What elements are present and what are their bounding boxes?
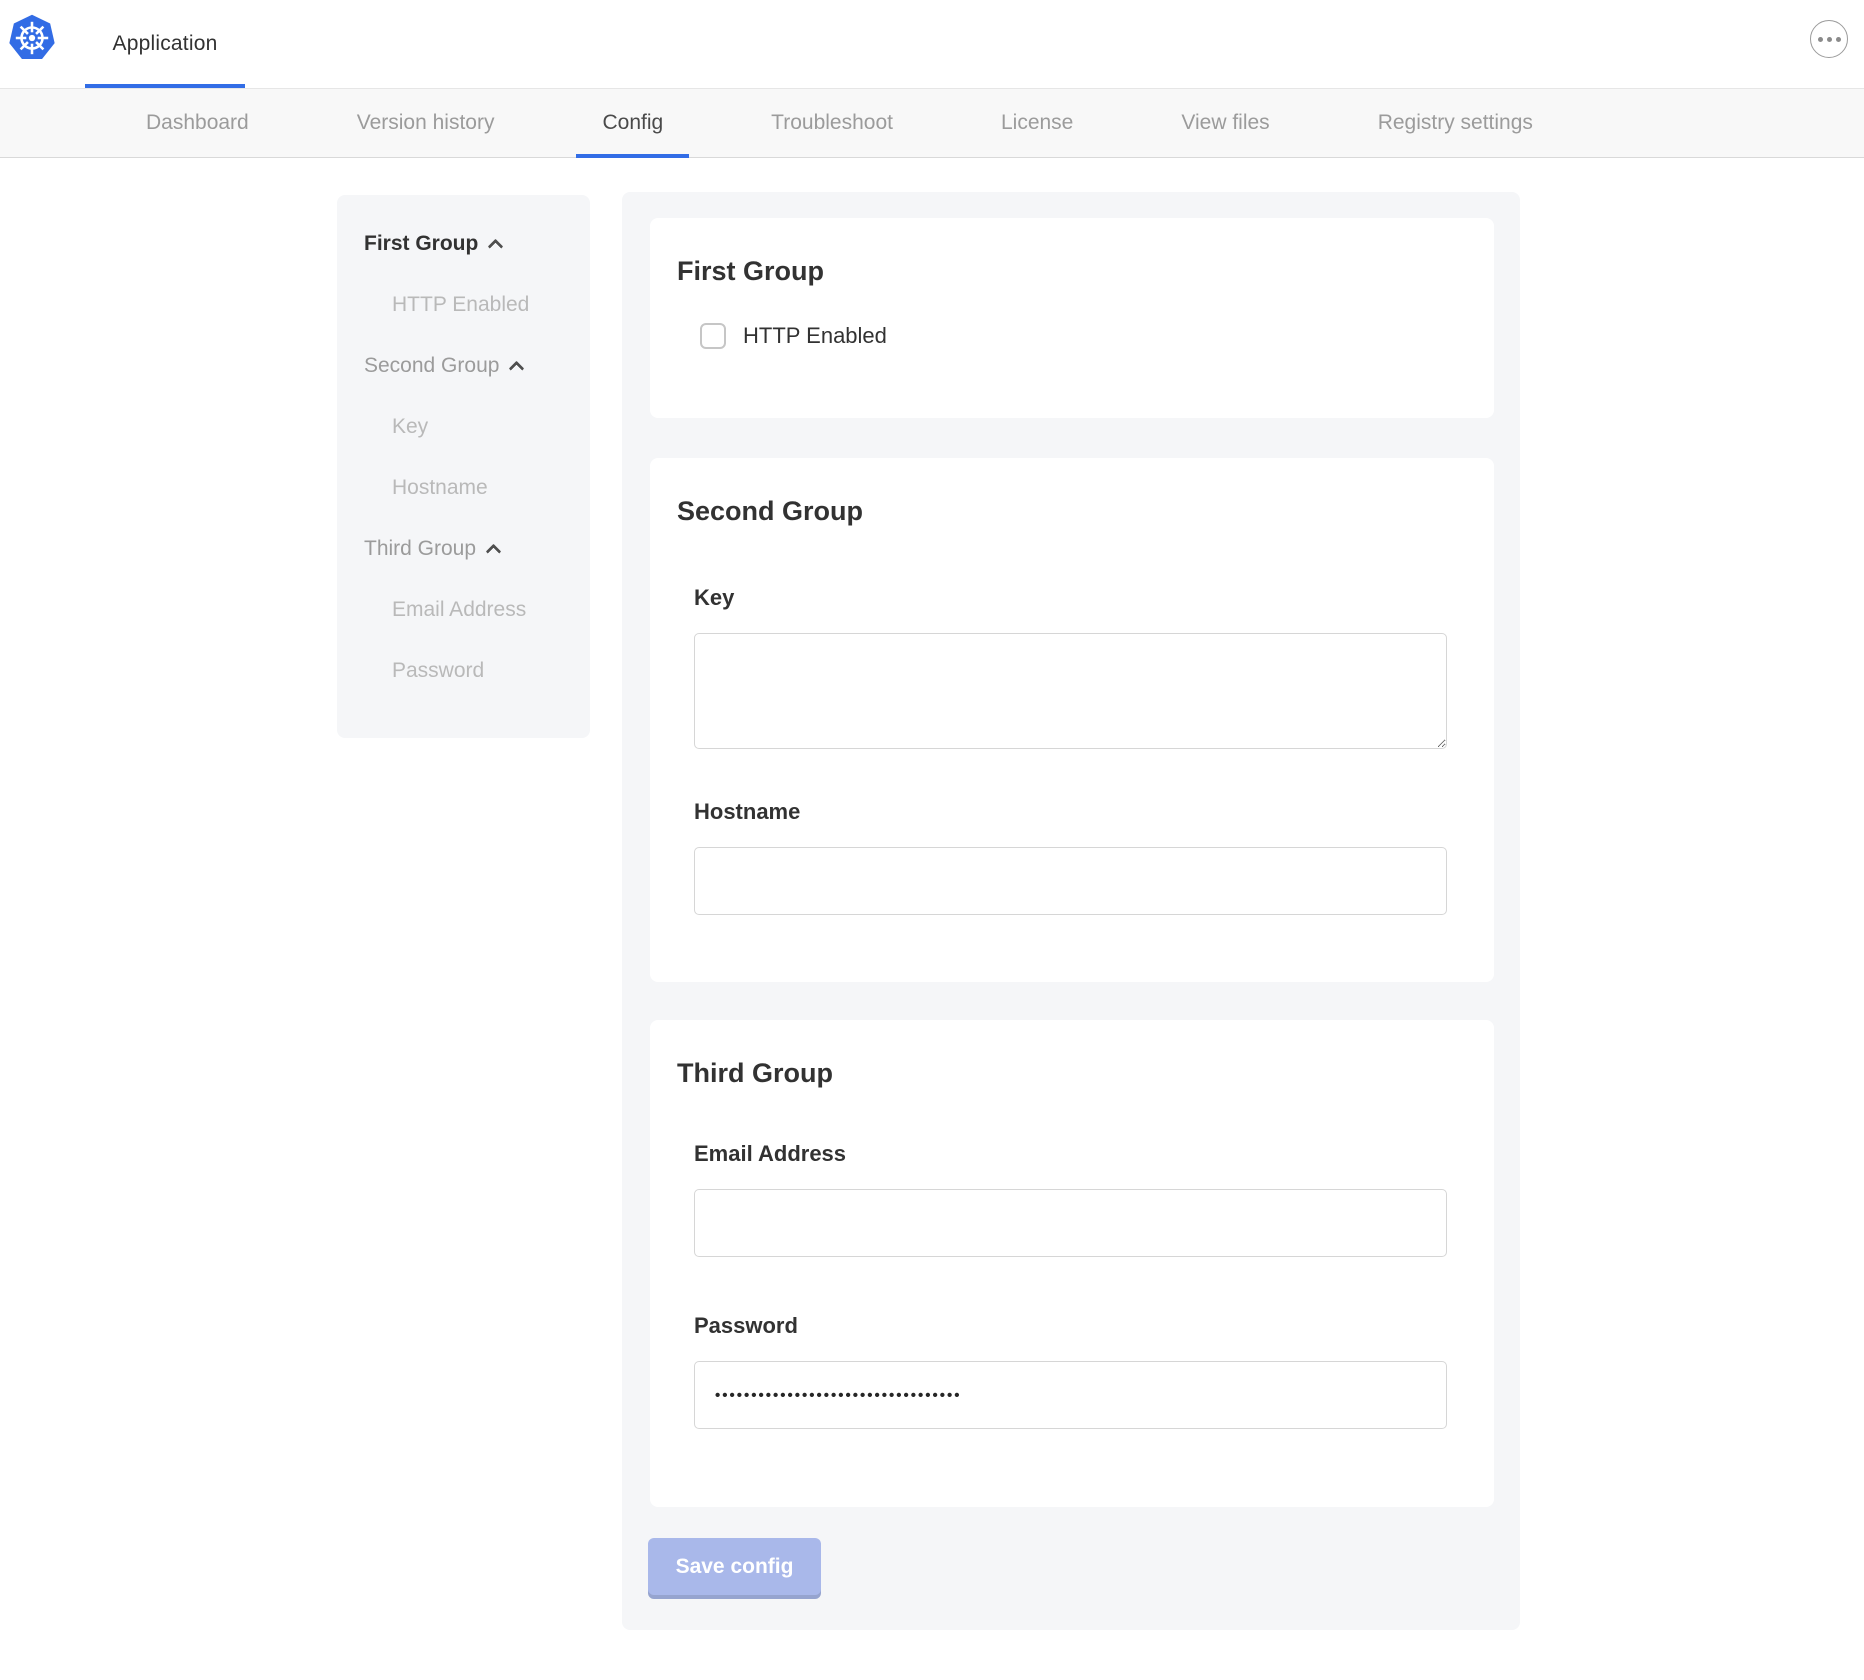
chevron-up-icon bbox=[509, 361, 525, 377]
chevron-up-icon bbox=[488, 239, 504, 255]
nav-tabbar: Dashboard Version history Config Trouble… bbox=[0, 88, 1864, 158]
chevron-up-icon bbox=[486, 544, 502, 560]
group-title: First Group bbox=[677, 218, 1494, 287]
hostname-label: Hostname bbox=[694, 799, 1494, 825]
ellipsis-menu-button[interactable] bbox=[1810, 20, 1848, 58]
save-config-button[interactable]: Save config bbox=[648, 1538, 821, 1595]
config-form-area: First Group HTTP Enabled Second Group Ke… bbox=[622, 192, 1520, 1630]
sidebar-item-password[interactable]: Password bbox=[337, 658, 590, 684]
group-title: Third Group bbox=[677, 1020, 1494, 1089]
config-sidebar: First Group HTTP Enabled Second Group Ke… bbox=[337, 195, 590, 738]
key-textarea[interactable] bbox=[694, 633, 1447, 749]
key-label: Key bbox=[694, 585, 1494, 611]
sidebar-item-hostname[interactable]: Hostname bbox=[337, 475, 590, 501]
app-title-tab[interactable]: Application bbox=[85, 0, 245, 88]
config-group-card-first: First Group HTTP Enabled bbox=[650, 218, 1494, 418]
app-header: Application bbox=[0, 0, 1864, 88]
sidebar-item-label: Key bbox=[392, 414, 428, 440]
sidebar-item-label: Hostname bbox=[392, 475, 488, 501]
kubernetes-logo-icon bbox=[8, 14, 56, 62]
config-page: Application Dashboard Version history Co… bbox=[0, 0, 1864, 1680]
ellipsis-icon bbox=[1818, 37, 1823, 42]
tab-registry-settings[interactable]: Registry settings bbox=[1352, 89, 1559, 157]
password-input[interactable] bbox=[694, 1361, 1447, 1429]
sidebar-item-key[interactable]: Key bbox=[337, 414, 590, 440]
sidebar-item-label: HTTP Enabled bbox=[392, 292, 529, 318]
tab-license[interactable]: License bbox=[975, 89, 1099, 157]
config-group-card-second: Second Group Key Hostname bbox=[650, 458, 1494, 982]
tab-version-history[interactable]: Version history bbox=[331, 89, 521, 157]
sidebar-item-email-address[interactable]: Email Address bbox=[337, 597, 590, 623]
email-address-input[interactable] bbox=[694, 1189, 1447, 1257]
sidebar-item-second-group[interactable]: Second Group bbox=[337, 353, 590, 379]
tab-view-files[interactable]: View files bbox=[1155, 89, 1295, 157]
sidebar-item-http-enabled[interactable]: HTTP Enabled bbox=[337, 292, 590, 318]
http-enabled-label[interactable]: HTTP Enabled bbox=[743, 323, 887, 349]
sidebar-item-label: Second Group bbox=[364, 353, 499, 379]
sidebar-item-first-group[interactable]: First Group bbox=[337, 231, 590, 257]
password-label: Password bbox=[694, 1313, 1494, 1339]
email-address-label: Email Address bbox=[694, 1141, 1494, 1167]
sidebar-item-label: Email Address bbox=[392, 597, 526, 623]
http-enabled-checkbox[interactable] bbox=[700, 323, 726, 349]
hostname-input[interactable] bbox=[694, 847, 1447, 915]
group-title: Second Group bbox=[677, 458, 1494, 527]
sidebar-item-third-group[interactable]: Third Group bbox=[337, 536, 590, 562]
tab-troubleshoot[interactable]: Troubleshoot bbox=[745, 89, 919, 157]
sidebar-item-label: First Group bbox=[364, 231, 478, 257]
sidebar-item-label: Password bbox=[392, 658, 484, 684]
tab-dashboard[interactable]: Dashboard bbox=[120, 89, 275, 157]
config-group-card-third: Third Group Email Address Password bbox=[650, 1020, 1494, 1507]
tab-config[interactable]: Config bbox=[576, 89, 689, 157]
http-enabled-field: HTTP Enabled bbox=[700, 323, 1494, 349]
sidebar-item-label: Third Group bbox=[364, 536, 476, 562]
